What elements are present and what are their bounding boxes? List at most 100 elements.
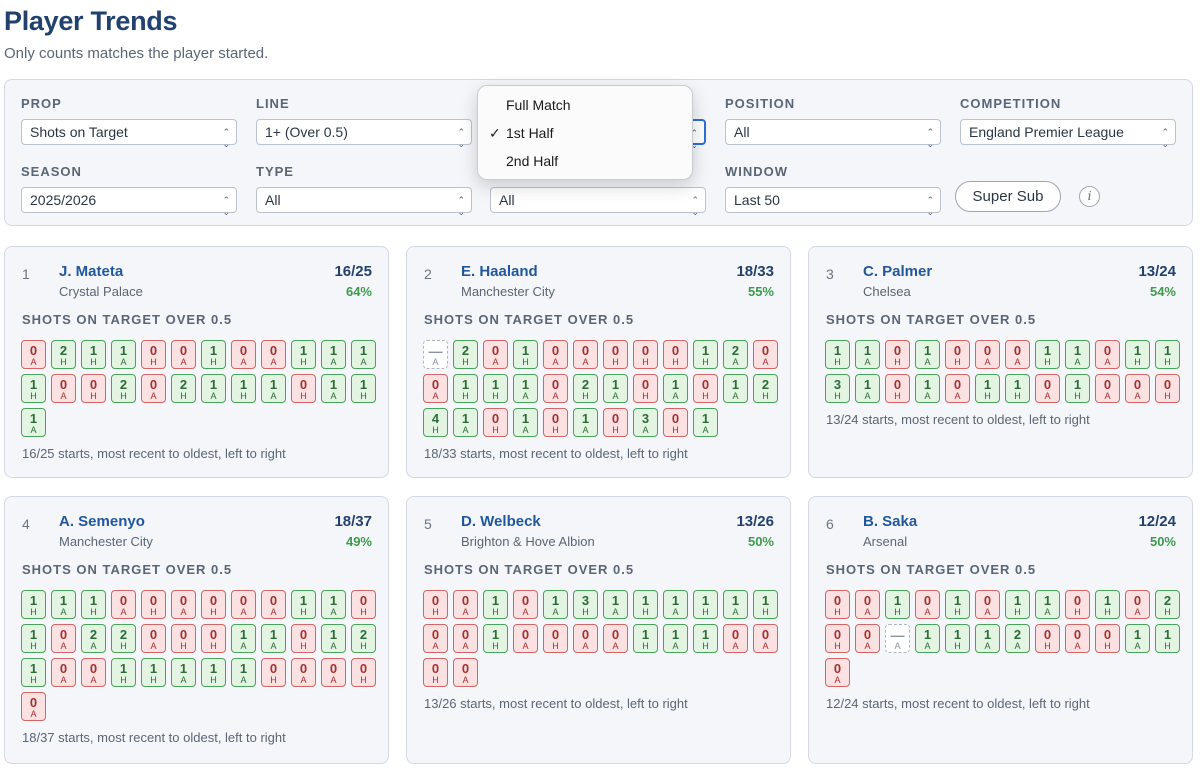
match-tile[interactable]: 0H <box>423 658 448 687</box>
match-tile[interactable]: 0H <box>885 340 910 369</box>
player-card[interactable]: 1 J. Mateta Crystal Palace 16/25 64% SHO… <box>4 246 389 478</box>
match-tile[interactable]: 3H <box>573 590 598 619</box>
player-card[interactable]: 2 E. Haaland Manchester City 18/33 55% S… <box>406 246 791 478</box>
match-tile[interactable]: 0A <box>321 658 346 687</box>
match-tile[interactable]: 0A <box>51 374 76 403</box>
match-tile[interactable]: 2H <box>453 340 478 369</box>
position-select[interactable]: All ⌃ ⌄ <box>725 119 941 149</box>
match-tile[interactable]: 1H <box>885 590 910 619</box>
match-tile[interactable]: 1H <box>81 340 106 369</box>
match-tile[interactable]: 1H <box>141 658 166 687</box>
match-tile[interactable]: 1H <box>1155 340 1180 369</box>
dropdown-option-1st-half[interactable]: ✓ 1st Half <box>478 119 692 147</box>
match-tile[interactable]: — A <box>423 340 448 369</box>
match-tile[interactable]: 0A <box>141 624 166 653</box>
match-tile[interactable]: 1A <box>261 374 286 403</box>
match-tile[interactable]: 1H <box>21 590 46 619</box>
match-tile[interactable]: 0A <box>975 340 1000 369</box>
match-tile[interactable]: 1H <box>483 590 508 619</box>
match-tile[interactable]: 0A <box>423 374 448 403</box>
match-tile[interactable]: 1H <box>111 658 136 687</box>
match-tile[interactable]: 1H <box>1005 590 1030 619</box>
match-tile[interactable]: 0H <box>201 624 226 653</box>
competition-select[interactable]: England Premier League ⌃ ⌄ <box>960 119 1176 149</box>
match-tile[interactable]: 0A <box>453 624 478 653</box>
match-tile[interactable]: 1A <box>321 590 346 619</box>
match-tile[interactable]: 0H <box>171 624 196 653</box>
match-tile[interactable]: 0A <box>1125 590 1150 619</box>
match-tile[interactable]: 1A <box>543 590 568 619</box>
match-tile[interactable]: 0A <box>573 624 598 653</box>
match-tile[interactable]: 1A <box>663 590 688 619</box>
match-tile[interactable]: 1A <box>603 374 628 403</box>
match-tile[interactable]: 0H <box>603 408 628 437</box>
match-tile[interactable]: 1A <box>321 340 346 369</box>
match-tile[interactable]: 1H <box>201 340 226 369</box>
match-tile[interactable]: 0A <box>603 624 628 653</box>
match-tile[interactable]: 1H <box>693 340 718 369</box>
match-tile[interactable]: 1A <box>51 590 76 619</box>
match-tile[interactable]: 1A <box>915 340 940 369</box>
match-tile[interactable]: 1A <box>603 590 628 619</box>
player-name[interactable]: C. Palmer <box>863 263 932 280</box>
match-tile[interactable]: 1H <box>1155 624 1180 653</box>
match-tile[interactable]: 0A <box>945 374 970 403</box>
match-tile[interactable]: 1A <box>975 624 1000 653</box>
match-tile[interactable]: 2H <box>171 374 196 403</box>
match-tile[interactable]: 1H <box>945 590 970 619</box>
match-tile[interactable]: 0A <box>231 340 256 369</box>
match-tile[interactable]: 2H <box>1155 590 1180 619</box>
match-tile[interactable]: 0H <box>81 374 106 403</box>
match-tile[interactable]: 0H <box>885 374 910 403</box>
match-tile[interactable]: 0A <box>171 590 196 619</box>
match-tile[interactable]: 2H <box>351 624 376 653</box>
match-tile[interactable]: 3A <box>633 408 658 437</box>
match-tile[interactable]: 0H <box>201 590 226 619</box>
type-select[interactable]: All ⌃ ⌄ <box>256 187 472 217</box>
match-tile[interactable]: 1A <box>693 408 718 437</box>
match-tile[interactable]: 0H <box>1095 624 1120 653</box>
match-tile[interactable]: 0A <box>81 658 106 687</box>
match-tile[interactable]: 2H <box>111 624 136 653</box>
match-tile[interactable]: 0A <box>543 340 568 369</box>
match-tile[interactable]: 3H <box>825 374 850 403</box>
match-tile[interactable]: 0A <box>543 374 568 403</box>
match-tile[interactable]: 0A <box>21 692 46 721</box>
match-tile[interactable]: 1A <box>1065 340 1090 369</box>
match-tile[interactable]: 1H <box>975 374 1000 403</box>
match-tile[interactable]: 1H <box>825 340 850 369</box>
match-tile[interactable]: 0A <box>21 340 46 369</box>
match-tile[interactable]: 0H <box>1155 374 1180 403</box>
match-tile[interactable]: 0H <box>945 340 970 369</box>
match-tile[interactable]: 1A <box>663 374 688 403</box>
match-tile[interactable]: 1H <box>633 590 658 619</box>
dropdown-option-2nd-half[interactable]: 2nd Half <box>478 147 692 175</box>
match-tile[interactable]: 1A <box>171 658 196 687</box>
match-tile[interactable]: 1A <box>915 374 940 403</box>
match-tile[interactable]: 0H <box>633 340 658 369</box>
match-tile[interactable]: 1H <box>483 374 508 403</box>
match-tile[interactable]: 1A <box>513 408 538 437</box>
match-tile[interactable]: 1H <box>351 374 376 403</box>
match-tile[interactable]: 1H <box>291 340 316 369</box>
prop-select[interactable]: Shots on Target ⌃ ⌄ <box>21 119 237 149</box>
match-tile[interactable]: 1H <box>513 340 538 369</box>
match-tile[interactable]: 0H <box>261 658 286 687</box>
match-tile[interactable]: 1H <box>21 374 46 403</box>
match-tile[interactable]: 0H <box>423 590 448 619</box>
match-tile[interactable]: 0A <box>1125 374 1150 403</box>
match-tile[interactable]: 0H <box>291 374 316 403</box>
match-tile[interactable]: 0H <box>141 590 166 619</box>
match-tile[interactable]: 0A <box>825 658 850 687</box>
match-tile[interactable]: 0A <box>513 590 538 619</box>
match-tile[interactable]: 0A <box>111 590 136 619</box>
match-tile[interactable]: 1A <box>723 374 748 403</box>
match-tile[interactable]: 1H <box>945 624 970 653</box>
match-tile[interactable]: 1A <box>231 624 256 653</box>
match-tile[interactable]: 0H <box>1035 624 1060 653</box>
match-tile[interactable]: 0H <box>141 340 166 369</box>
match-tile[interactable]: 0A <box>483 340 508 369</box>
match-tile[interactable]: 1A <box>1125 624 1150 653</box>
player-card[interactable]: 6 B. Saka Arsenal 12/24 50% SHOTS ON TAR… <box>808 496 1193 764</box>
match-tile[interactable]: 1A <box>321 624 346 653</box>
